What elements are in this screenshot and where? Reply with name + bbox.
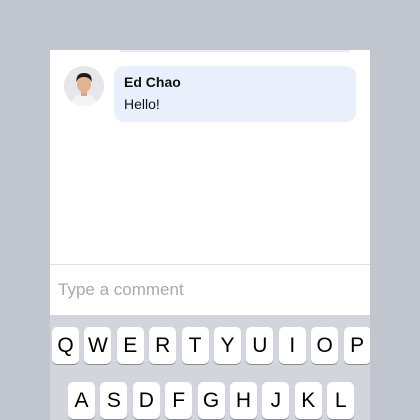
key-u[interactable]: U — [246, 327, 274, 364]
key-j[interactable]: J — [262, 382, 290, 419]
comment-input-bar — [50, 264, 370, 315]
key-w[interactable]: W — [84, 327, 112, 364]
key-g[interactable]: G — [197, 382, 225, 419]
key-h[interactable]: H — [230, 382, 257, 419]
comment-bubble: Ed Chao Hello! — [114, 66, 356, 122]
user-avatar-icon — [64, 66, 104, 106]
top-divider — [120, 50, 350, 52]
on-screen-keyboard: QWERTYUIOP ASDFGHJKL — [50, 315, 370, 420]
key-l[interactable]: L — [327, 382, 355, 419]
comment-author: Ed Chao — [124, 74, 181, 90]
key-q[interactable]: Q — [52, 327, 79, 364]
key-o[interactable]: O — [311, 327, 339, 364]
key-s[interactable]: S — [100, 382, 128, 419]
key-i[interactable]: I — [278, 327, 306, 364]
key-e[interactable]: E — [116, 327, 144, 364]
comment-input[interactable] — [58, 273, 358, 307]
key-p[interactable]: P — [343, 327, 370, 364]
key-f[interactable]: F — [165, 382, 193, 419]
comment-item: Ed Chao Hello! — [64, 66, 356, 126]
key-a[interactable]: A — [68, 382, 95, 419]
comment-text: Hello! — [124, 96, 160, 112]
key-d[interactable]: D — [132, 382, 160, 419]
avatar — [64, 66, 104, 106]
key-t[interactable]: T — [181, 327, 209, 364]
key-k[interactable]: K — [294, 382, 322, 419]
key-r[interactable]: R — [149, 327, 177, 364]
key-y[interactable]: Y — [214, 327, 241, 364]
comment-panel: Ed Chao Hello! QWERTYUIOP ASDFGHJKL — [50, 50, 370, 420]
